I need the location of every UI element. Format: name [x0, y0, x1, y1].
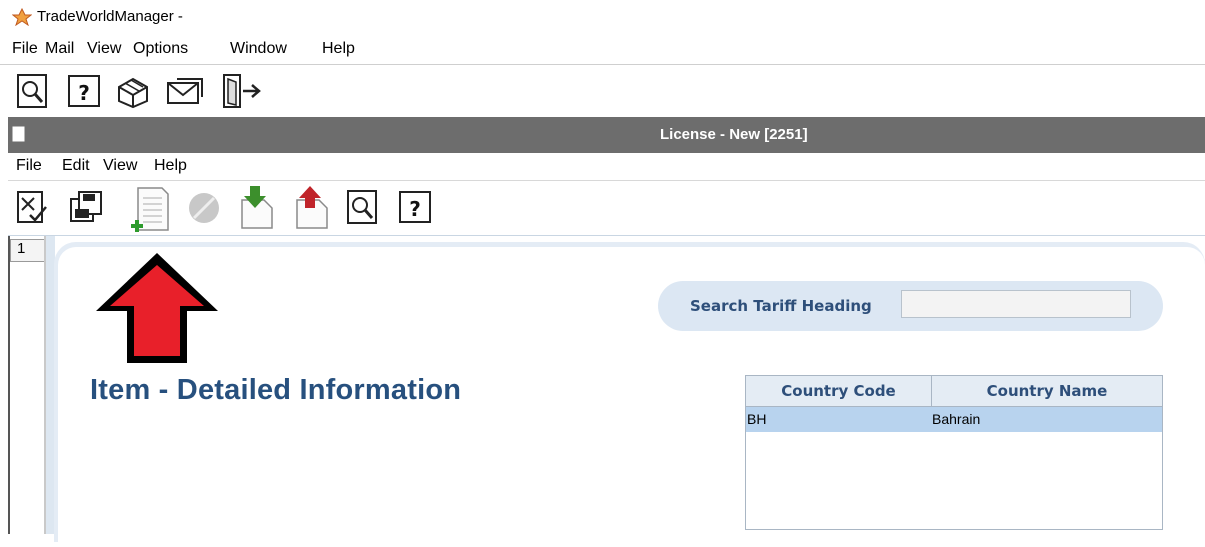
menu-window[interactable]: Window: [230, 40, 287, 58]
app-toolbar: ?: [0, 65, 1205, 115]
menu-mail[interactable]: Mail: [45, 40, 74, 58]
import-icon: [241, 186, 273, 229]
window-title: License - New [2251]: [660, 126, 808, 143]
page-tabstrip: 1: [8, 236, 46, 534]
search-tariff-input[interactable]: [901, 290, 1131, 318]
column-header-country-code[interactable]: Country Code: [746, 376, 932, 407]
app-menubar: File Mail View Options Window Help: [0, 36, 1205, 65]
help-button-2[interactable]: ?: [397, 189, 433, 225]
window-menu-file[interactable]: File: [16, 157, 42, 175]
app-titlebar: TradeWorldManager -: [0, 0, 1205, 34]
svg-text:?: ?: [78, 81, 90, 105]
save-icon: [70, 191, 102, 222]
preview-button-2[interactable]: [345, 189, 381, 225]
window-menu-edit[interactable]: Edit: [62, 157, 90, 175]
save-button[interactable]: [68, 189, 104, 225]
exit-button[interactable]: [221, 73, 261, 109]
country-table: Country Code Country Name BH Bahrain: [745, 375, 1163, 530]
window-titlebar: License - New [2251]: [8, 117, 1205, 153]
window-menubar: File Edit View Help: [8, 153, 1205, 181]
app-title: TradeWorldManager -: [37, 8, 183, 25]
app-logo-icon: [12, 8, 32, 26]
menu-file[interactable]: File: [12, 40, 38, 58]
cell-country-code: BH: [747, 411, 767, 427]
cell-country-name: Bahrain: [932, 411, 981, 427]
menu-view[interactable]: View: [87, 40, 121, 58]
preview-button[interactable]: [15, 73, 51, 109]
help-icon: ?: [399, 191, 431, 223]
menu-help[interactable]: Help: [322, 40, 355, 58]
cancel-button[interactable]: [186, 190, 222, 226]
modules-icon: [118, 77, 148, 109]
preview-icon: [17, 74, 47, 108]
new-document-icon: [131, 187, 169, 232]
page-tab-1[interactable]: 1: [10, 239, 44, 262]
cancel-icon: [189, 193, 219, 223]
export-icon: [296, 186, 328, 229]
window-menu-view[interactable]: View: [103, 157, 137, 175]
document-icon: [12, 126, 25, 142]
mail-button[interactable]: [165, 73, 203, 109]
red-arrow-annotation: [96, 253, 218, 363]
window-toolbar: ?: [8, 181, 1205, 236]
exit-icon: [223, 74, 261, 108]
search-tariff-group: Search Tariff Heading: [658, 281, 1163, 331]
export-button[interactable]: [291, 186, 328, 229]
table-row[interactable]: BH Bahrain: [746, 407, 1162, 432]
validate-button[interactable]: [14, 189, 50, 225]
mail-icon: [167, 78, 203, 104]
section-title: Item - Detailed Information: [90, 374, 462, 406]
search-tariff-label: Search Tariff Heading: [690, 297, 872, 315]
modules-button[interactable]: [113, 73, 149, 109]
menu-options[interactable]: Options: [133, 40, 188, 58]
new-item-button[interactable]: [128, 186, 169, 232]
import-button[interactable]: [236, 186, 273, 229]
column-header-country-name[interactable]: Country Name: [932, 376, 1162, 407]
validate-icon: [17, 191, 47, 223]
preview-icon: [347, 190, 377, 224]
help-icon: ?: [68, 75, 100, 107]
help-button[interactable]: ?: [66, 73, 102, 109]
svg-text:?: ?: [409, 197, 421, 221]
window-menu-help[interactable]: Help: [154, 157, 187, 175]
